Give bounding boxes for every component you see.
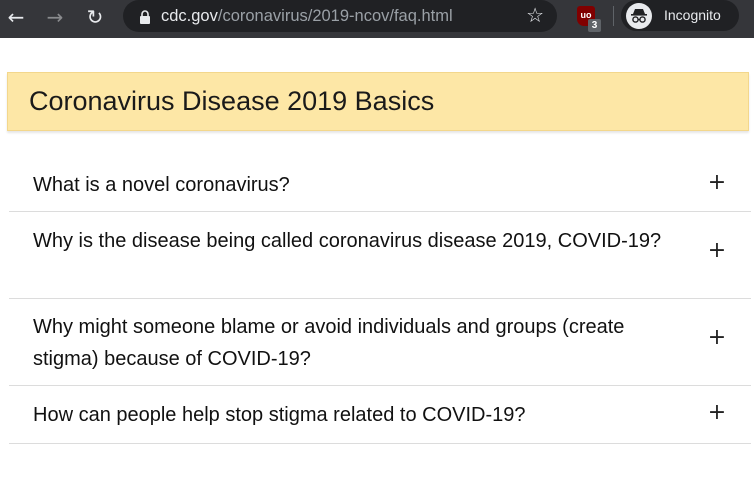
url-host: cdc.gov: [161, 7, 218, 25]
faq-item[interactable]: Why might someone blame or avoid individ…: [9, 299, 751, 386]
lock-icon: [140, 10, 150, 24]
expand-plus-icon[interactable]: +: [707, 400, 727, 425]
section-banner: Coronavirus Disease 2019 Basics: [7, 72, 749, 131]
expand-plus-icon[interactable]: +: [707, 325, 727, 350]
faq-question[interactable]: What is a novel coronavirus?: [33, 169, 673, 201]
expand-plus-icon[interactable]: +: [707, 170, 727, 195]
incognito-icon: [626, 3, 652, 29]
back-arrow-icon[interactable]: ←: [3, 4, 29, 30]
section-title: Coronavirus Disease 2019 Basics: [29, 86, 435, 116]
extension-badge: 3: [588, 19, 601, 32]
expand-plus-icon[interactable]: +: [707, 238, 727, 263]
faq-question[interactable]: How can people help stop stigma related …: [33, 399, 673, 431]
faq-item[interactable]: What is a novel coronavirus? +: [9, 155, 751, 212]
incognito-button[interactable]: Incognito: [621, 0, 739, 31]
incognito-label: Incognito: [664, 7, 721, 23]
faq-accordion: What is a novel coronavirus? + Why is th…: [9, 155, 751, 444]
url-path: /coronavirus/2019-ncov/faq.html: [217, 7, 453, 25]
toolbar-divider: [613, 6, 614, 26]
faq-question[interactable]: Why might someone blame or avoid individ…: [33, 311, 673, 375]
reload-icon[interactable]: ↻: [82, 4, 108, 30]
address-bar[interactable]: cdc.gov/coronavirus/2019-ncov/faq.html ☆: [123, 0, 557, 32]
faq-item[interactable]: How can people help stop stigma related …: [9, 386, 751, 444]
browser-toolbar: ← → ↻ cdc.gov/coronavirus/2019-ncov/faq.…: [0, 0, 754, 38]
forward-arrow-icon[interactable]: →: [42, 4, 68, 30]
bookmark-star-icon[interactable]: ☆: [526, 0, 544, 32]
faq-question[interactable]: Why is the disease being called coronavi…: [33, 225, 673, 257]
url-text[interactable]: cdc.gov/coronavirus/2019-ncov/faq.html: [161, 0, 453, 32]
faq-item[interactable]: Why is the disease being called coronavi…: [9, 212, 751, 299]
